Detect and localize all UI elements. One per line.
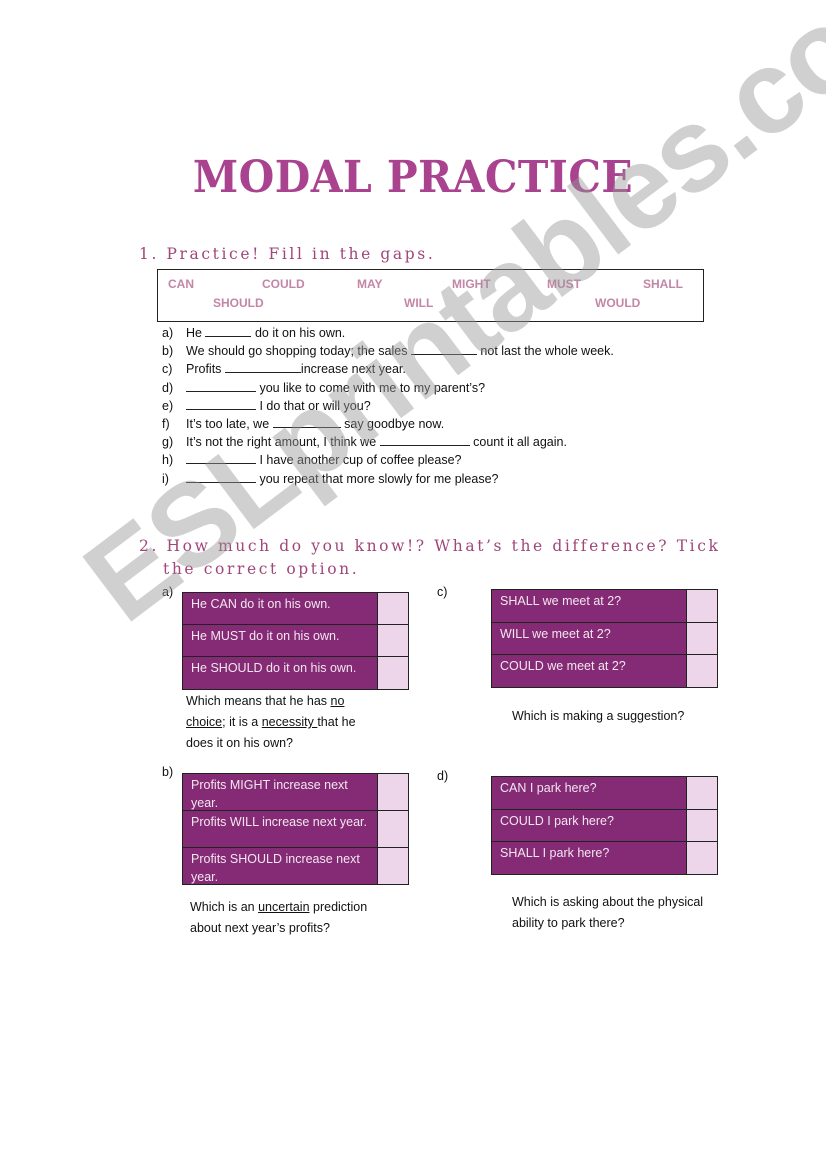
gap-sentence: d) you like to come with me to my parent… — [162, 379, 486, 395]
option-row: SHALL we meet at 2? — [492, 590, 717, 622]
tick-box[interactable] — [378, 593, 408, 624]
answer-blank[interactable] — [186, 397, 256, 410]
word-bank-box: CAN COULD MAY MIGHT MUST SHALL SHOULD WI… — [157, 269, 704, 322]
gap-sentence: h) I have another cup of coffee please? — [162, 451, 462, 468]
exercise-c-label: c) — [437, 585, 448, 599]
gap-sentence: b) We should go shopping today; the sales… — [162, 342, 614, 359]
exercise-d-label: d) — [437, 769, 449, 783]
exercise-b-options: Profits MIGHT increase next year. Profit… — [182, 773, 409, 885]
exercise-d-options: CAN I park here? COULD I park here? SHAL… — [491, 776, 718, 875]
gap-sentence: e) I do that or will you? — [162, 397, 371, 413]
answer-blank[interactable] — [379, 433, 470, 447]
gap-fill-list: a) He do it on his own. b) We should go sh… — [162, 324, 614, 488]
answer-blank[interactable] — [272, 415, 341, 429]
word-bank-item: SHOULD — [213, 296, 264, 310]
option-row: Profits WILL increase next year. — [183, 810, 408, 847]
tick-box[interactable] — [378, 625, 408, 656]
exercise-a-options: He CAN do it on his own. He MUST do it o… — [182, 592, 409, 690]
tick-box[interactable] — [378, 657, 408, 689]
word-bank-item: CAN — [168, 277, 194, 291]
exercise-c-options: SHALL we meet at 2? WILL we meet at 2? C… — [491, 589, 718, 688]
tick-box[interactable] — [687, 810, 717, 841]
exercise-d-question: Which is asking about the physical abili… — [512, 895, 704, 930]
section1-heading: 1. Practice! Fill in the gaps. — [139, 245, 436, 263]
exercise-a-question: Which means that he has no choice; it is… — [186, 694, 356, 750]
answer-blank[interactable] — [186, 470, 256, 483]
page-title: MODAL PRACTICE — [192, 152, 634, 203]
section2-heading: 2. How much do you know!? What’s the dif… — [139, 537, 721, 578]
option-row: COULD I park here? — [492, 809, 717, 841]
word-bank-item: COULD — [262, 277, 305, 291]
tick-box[interactable] — [687, 590, 717, 622]
option-row: SHALL I park here? — [492, 841, 717, 874]
answer-blank[interactable] — [224, 360, 301, 374]
option-row: Profits MIGHT increase next year. — [183, 774, 408, 810]
word-bank-item: SHALL — [643, 277, 683, 291]
tick-box[interactable] — [687, 777, 717, 809]
word-bank-item: WOULD — [595, 296, 641, 310]
exercise-b-label: b) — [162, 765, 174, 779]
tick-box[interactable] — [687, 623, 717, 654]
option-row: He MUST do it on his own. — [183, 624, 408, 656]
gap-sentence: i) you repeat that more slowly for me pl… — [162, 470, 499, 486]
answer-blank[interactable] — [186, 451, 256, 465]
answer-blank[interactable] — [205, 324, 252, 337]
exercise-a-label: a) — [162, 585, 174, 599]
worksheet-page: MODAL PRACTICE 1. Practice! Fill in the … — [0, 0, 826, 1169]
tick-box[interactable] — [687, 842, 717, 874]
gap-sentence: g) It’s not the right amount, I think we … — [162, 433, 567, 450]
exercise-c-question: Which is making a suggestion? — [512, 709, 685, 723]
tick-box[interactable] — [687, 655, 717, 687]
answer-blank[interactable] — [410, 342, 477, 356]
option-row: He CAN do it on his own. — [183, 593, 408, 624]
option-row: He SHOULD do it on his own. — [183, 656, 408, 689]
answer-blank[interactable] — [186, 379, 256, 392]
word-bank-item: MIGHT — [452, 277, 491, 291]
tick-box[interactable] — [378, 774, 408, 810]
tick-box[interactable] — [378, 811, 408, 847]
word-bank-item: MUST — [547, 277, 581, 291]
word-bank-item: WILL — [404, 296, 434, 310]
gap-sentence: a) He do it on his own. — [162, 324, 346, 340]
option-row: Profits SHOULD increase next year. — [183, 847, 408, 884]
gap-sentence: c) Profits increase next year. — [162, 360, 406, 377]
exercise-b-question: Which is an uncertain prediction about n… — [190, 900, 368, 935]
option-row: CAN I park here? — [492, 777, 717, 809]
option-row: WILL we meet at 2? — [492, 622, 717, 654]
option-row: COULD we meet at 2? — [492, 654, 717, 687]
gap-sentence: f) It’s too late, we say goodbye now. — [162, 415, 445, 432]
word-bank-item: MAY — [357, 277, 383, 291]
tick-box[interactable] — [378, 848, 408, 884]
